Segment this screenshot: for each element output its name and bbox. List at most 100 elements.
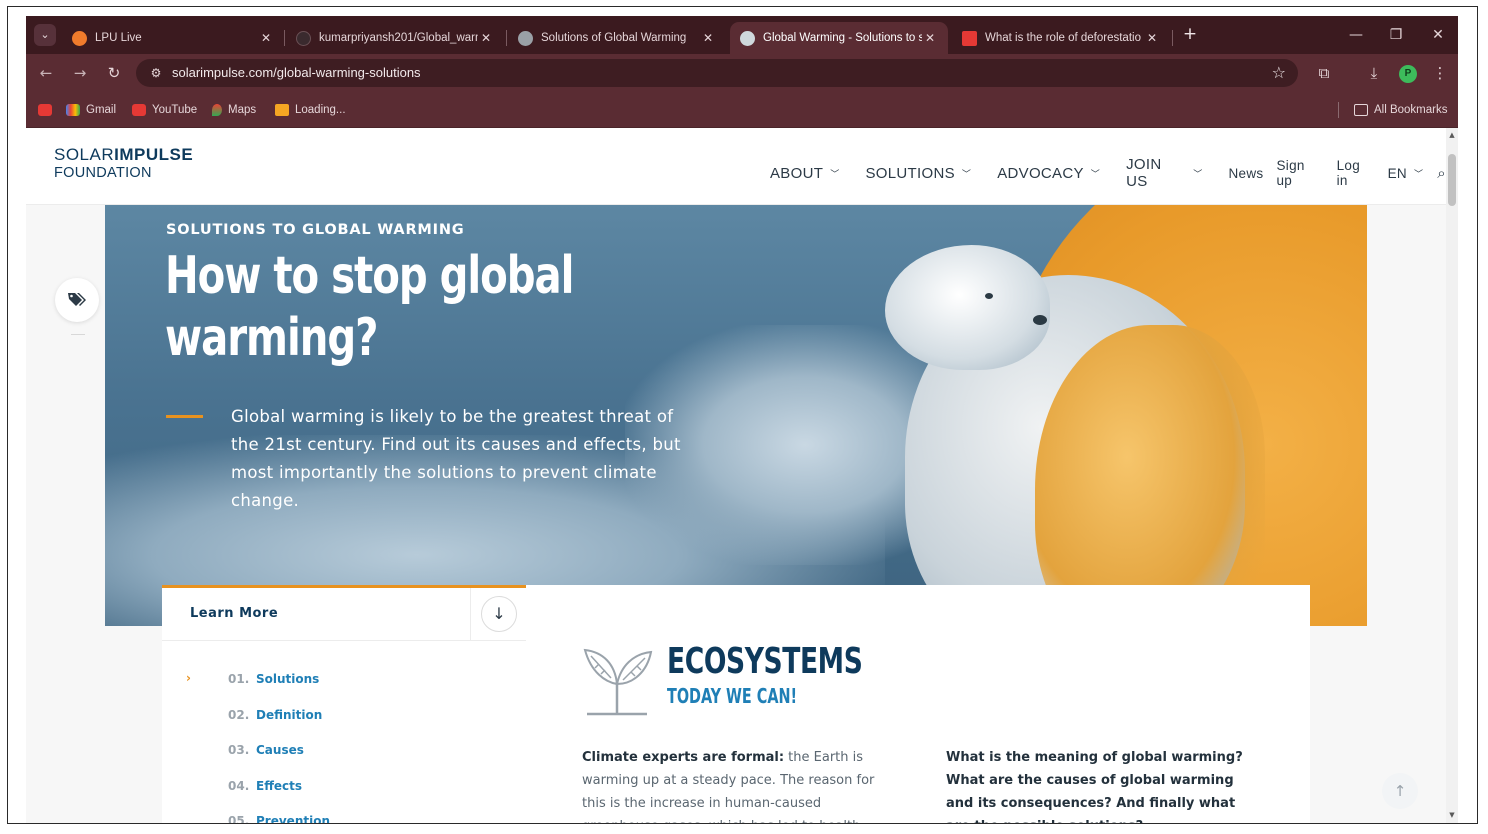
bookmark-youtube[interactable]: YouTube [132,102,197,118]
scrollbar-thumb[interactable] [1448,154,1456,206]
learn-more-header: Learn More ↓ [162,588,526,641]
arrow-down-button[interactable]: ↓ [481,596,517,632]
all-bookmarks-label: All Bookmarks [1374,104,1448,116]
toc-number: 03. [228,743,250,757]
chevron-down-icon: ﹀ [1193,168,1203,179]
polar-bear-image [1035,325,1265,626]
menu-join-us[interactable]: JOIN US ﹀ [1126,156,1202,190]
toc-number: 04. [228,779,250,793]
close-tab-icon[interactable]: ✕ [700,31,716,45]
toc-label: Causes [256,743,304,757]
web-page: SOLARIMPULSE FOUNDATION ABOUT ﹀ SOLUTIONS… [26,128,1446,823]
maps-icon [212,104,222,116]
extensions-icon[interactable]: ⧉ [1314,63,1334,83]
tags-icon [68,293,86,306]
close-window-button[interactable]: ✕ [1418,22,1458,48]
language-label: EN [1387,165,1407,181]
questions-paragraph: What is the meaning of global warming? W… [946,750,1243,823]
sprout-icon [583,648,653,716]
tab-title: Global Warming - Solutions to s [763,32,922,44]
hero-kicker: SOLUTIONS TO GLOBAL WARMING [166,222,465,238]
scroll-to-top-button[interactable]: ↑ [1382,773,1418,809]
page-scrollbar[interactable] [1446,128,1458,823]
bookmark-maps[interactable]: Maps [212,102,256,118]
gmail-icon [66,104,80,116]
lpu-favicon-icon [72,30,87,46]
side-divider [71,334,85,335]
toc-label: Solutions [256,672,320,686]
hero-description: Global warming is likely to be the great… [231,407,681,510]
toc-item-definition[interactable]: 02. Definition [228,706,322,724]
search-icon[interactable]: ⌕ [1437,165,1446,182]
restore-button[interactable]: ❐ [1376,22,1416,48]
close-tab-icon[interactable]: ✕ [478,31,494,45]
site-info-icon[interactable]: ⚙ [148,65,164,81]
toc-item-prevention[interactable]: 05. Prevention [228,812,330,823]
minimize-button[interactable]: — [1336,22,1376,48]
chevron-right-icon: › [186,671,191,685]
menu-sign-up[interactable]: Sign up [1276,158,1323,188]
menu-kebab-icon[interactable]: ⋮ [1430,63,1450,83]
close-tab-icon[interactable]: ✕ [1144,31,1160,45]
tags-button[interactable] [55,278,99,322]
new-tab-button[interactable]: + [1179,24,1201,46]
site-header: SOLARIMPULSE FOUNDATION ABOUT ﹀ SOLUTIONS… [26,128,1446,205]
content-card: ECOSYSTEMS TODAY WE CAN! Climate experts… [526,585,1310,823]
bookmarks-separator [1338,102,1339,118]
toc-item-solutions[interactable]: 01. Solutions [228,670,319,688]
tab-separator [1172,30,1173,46]
bookmark-youtube-shortcut[interactable] [38,102,58,118]
menu-log-in[interactable]: Log in [1337,158,1375,188]
toc-item-effects[interactable]: 04. Effects [228,777,302,795]
menu-news[interactable]: News [1229,166,1264,181]
bookmark-gmail[interactable]: Gmail [66,102,116,118]
bookmark-label: Maps [228,104,257,116]
tab-deforestation[interactable]: What is the role of deforestatio ✕ [952,22,1170,54]
bookmark-star-icon[interactable]: ☆ [1272,63,1286,82]
bookmarks-bar: Gmail YouTube Maps Loading... All Bookma… [26,92,1458,128]
menu-solutions[interactable]: SOLUTIONS ﹀ [866,165,972,182]
close-tab-icon[interactable]: ✕ [258,31,274,45]
toc-number: 05. [228,814,250,823]
tab-title: Solutions of Global Warming [541,32,687,44]
download-icon[interactable]: ⤓ [1364,63,1384,83]
back-icon[interactable]: ← [36,63,56,83]
close-tab-icon[interactable]: ✕ [922,31,938,45]
hero-banner: SOLUTIONS TO GLOBAL WARMING How to stop … [105,205,1367,626]
chevron-down-icon: ﹀ [1413,168,1424,179]
toc-item-causes[interactable]: 03. Causes [228,741,304,759]
profile-avatar[interactable]: P [1399,65,1417,83]
forward-icon[interactable]: → [70,63,90,83]
scroll-down-arrow[interactable]: ▼ [1448,810,1456,820]
scroll-up-arrow[interactable]: ▲ [1448,130,1456,140]
menu-advocacy[interactable]: ADVOCACY ﹀ [997,165,1100,182]
language-selector[interactable]: EN ﹀ [1388,166,1424,181]
tab-github[interactable]: kumarpriyansh201/Global_warm ✕ [286,22,504,54]
tab-title: What is the role of deforestatio [985,32,1141,44]
polar-bear-image [1033,315,1047,325]
menu-about[interactable]: ABOUT ﹀ [770,165,840,182]
main-menu: ABOUT ﹀ SOLUTIONS ﹀ ADVOCACY ﹀ JOIN US ﹀ New… [770,156,1446,190]
tab-separator [284,30,285,46]
learn-more-title: Learn More [190,606,279,621]
reload-icon[interactable]: ↻ [104,63,124,83]
logo-text-bold: IMPULSE [114,145,194,164]
tab-global-warming-active[interactable]: Global Warming - Solutions to s ✕ [730,22,948,54]
menu-label: ADVOCACY [997,164,1084,182]
url-text[interactable]: solarimpulse.com/global-warming-solution… [172,65,421,80]
toc-number: 01. [228,672,250,686]
all-bookmarks[interactable]: All Bookmarks [1354,102,1448,118]
address-bar[interactable]: ⚙ solarimpulse.com/global-warming-soluti… [136,59,1298,87]
tab-strip: ⌄ LPU Live ✕ kumarpriyansh201/Global_war… [26,16,1458,54]
site-logo[interactable]: SOLARIMPULSE FOUNDATION [54,146,193,182]
toc-label: Prevention [256,814,330,823]
tab-solutions-global-warming[interactable]: Solutions of Global Warming ✕ [508,22,726,54]
solarimpulse-favicon-icon [740,30,755,46]
menu-label: JOIN US [1126,156,1162,190]
bookmark-loading[interactable]: Loading... [275,102,346,118]
polar-bear-image [985,293,993,299]
learn-more-divider [470,588,471,641]
tab-lpu-live[interactable]: LPU Live ✕ [62,22,284,54]
intro-paragraph: Climate experts are formal: the Earth is… [582,746,892,823]
tab-search-button[interactable]: ⌄ [34,24,56,46]
